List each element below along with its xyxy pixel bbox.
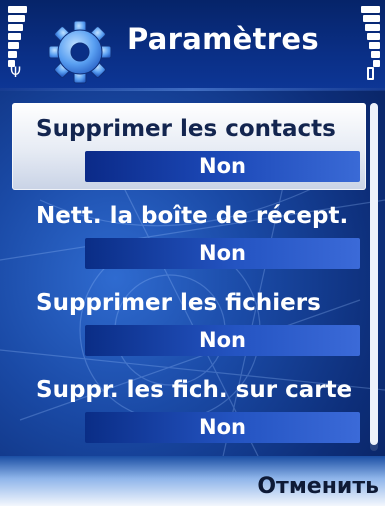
setting-label: Suppr. les fich. sur carte xyxy=(36,377,353,403)
setting-value: Non xyxy=(199,415,246,439)
setting-value: Non xyxy=(199,154,246,178)
softkey-bar: Отменить xyxy=(0,456,385,506)
setting-value-field[interactable]: Non xyxy=(85,412,360,443)
setting-label: Supprimer les fichiers xyxy=(36,290,321,316)
settings-list: Supprimer les contacts Non Nett. la boît… xyxy=(12,103,366,451)
battery-icon xyxy=(367,67,374,80)
setting-value-field[interactable]: Non xyxy=(85,325,360,356)
scrollbar[interactable] xyxy=(370,103,378,451)
setting-label: Supprimer les contacts xyxy=(36,116,336,142)
scrollbar-thumb[interactable] xyxy=(370,103,378,445)
setting-value: Non xyxy=(199,328,246,352)
setting-delete-card-files[interactable]: Suppr. les fich. sur carte Non xyxy=(12,364,366,451)
setting-value-field[interactable]: Non xyxy=(85,238,360,269)
setting-clean-inbox[interactable]: Nett. la boîte de récept. Non xyxy=(12,190,366,277)
cancel-softkey[interactable]: Отменить xyxy=(257,474,379,499)
header-divider xyxy=(0,88,385,91)
page-title: Paramètres xyxy=(127,22,319,56)
setting-label: Nett. la boîte de récept. xyxy=(36,203,349,229)
setting-value-field[interactable]: Non xyxy=(85,151,360,182)
gear-settings-icon xyxy=(48,20,112,84)
setting-delete-files[interactable]: Supprimer les fichiers Non xyxy=(12,277,366,364)
title-bar: Ψ Paramètres xyxy=(0,0,385,91)
antenna-icon: Ψ xyxy=(10,65,22,81)
setting-delete-contacts[interactable]: Supprimer les contacts Non xyxy=(12,103,366,190)
setting-value: Non xyxy=(199,241,246,265)
screen: Ψ Paramètres Supprimer les contacts Non … xyxy=(0,0,385,506)
